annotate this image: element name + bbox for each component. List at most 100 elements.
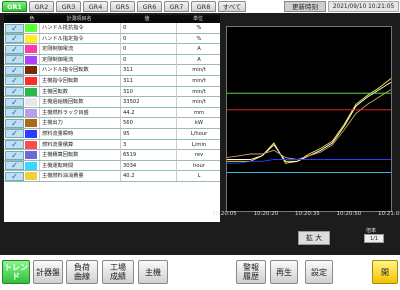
row-checkbox[interactable]: ✓ [5,129,24,139]
row-checkbox[interactable]: ✓ [5,161,24,171]
item-value: 6519 [120,150,175,161]
row-checkbox[interactable]: ✓ [5,171,24,181]
x-tick-label: 10:20:35 [295,211,320,217]
row-checkbox[interactable]: ✓ [5,97,24,107]
row-checkbox[interactable]: ✓ [5,65,24,75]
magnification-value[interactable]: 1/1 [364,234,384,243]
tab-gr1[interactable]: GR1 [2,1,27,12]
row-checkbox[interactable]: ✓ [5,140,24,150]
x-tick-label: 10:21:05 [378,211,400,217]
item-unit: L/hour [176,128,221,139]
nav-button-4[interactable]: 主機 [138,260,168,284]
x-tick-label: 10:20:50 [336,211,362,217]
nav-button-8[interactable]: 開 [372,260,398,284]
table-header: 色 計測項目名 値 単位 [4,15,220,23]
table-row: ✓ 主機過給機回転数 33502 min/t [4,97,220,108]
item-name: 主機積算回転数 [39,150,120,161]
header-value: 値 [144,16,150,22]
color-swatch [25,151,37,160]
row-checkbox[interactable]: ✓ [5,55,24,65]
table-row: ✓ 主機積算回転数 6519 rev [4,150,220,161]
item-unit: min/t [176,97,221,108]
item-value: 0 [120,54,175,65]
table-row: ✓ 定剛制御電流 0 A [4,54,221,66]
x-tick-label: 10:20:05 [212,211,237,217]
item-unit: A [176,54,221,65]
table-row: ✓ 主機出力 560 kW [4,118,220,129]
table-row: ✓ 主機運転時間 3034 hour [4,160,220,172]
row-checkbox[interactable]: ✓ [5,150,24,160]
tab-gr6[interactable]: GR6 [137,1,162,12]
series-line [227,81,391,162]
color-swatch [25,161,37,170]
measurement-table: 色 計測項目名 値 単位 ✓ ハンドル抵抗指令 0% ✓ ハンドル指定指令 0% ✓ 定剛制御… [4,15,220,222]
item-name: 主機過給機回転数 [39,97,120,108]
tab-bar: GR1 GR2 GR3 GR4 GR5 GR6 GR7 GR8 すべて 更新時刻 2021/09… [0,0,400,13]
tab-gr4[interactable]: GR4 [83,1,108,12]
item-name: 主機燃料油消費量 [39,171,120,182]
nav-button-1[interactable]: 計器盤 [33,260,63,284]
nav-button-0[interactable]: トレンド [2,260,30,284]
header-unit: 単位 [192,16,203,22]
main-panel: 色 計測項目名 値 単位 ✓ ハンドル抵抗指令 0% ✓ ハンドル指定指令 0% ✓ 定剛制御… [0,13,400,255]
color-swatch [25,66,37,75]
item-value: 310 [120,86,175,97]
tab-gr5[interactable]: GR5 [110,1,135,12]
item-name: ハンドル指定指令 [39,33,120,44]
table-row: ✓ 定剛制御電流 0 A [4,44,220,55]
item-value: 3034 [120,160,175,171]
color-swatch [25,98,37,107]
trend-chart-svg [227,78,391,173]
tab-すべて[interactable]: すべて [218,1,246,12]
nav-button-2[interactable]: 負荷 曲線 [66,260,98,284]
tab-gr3[interactable]: GR3 [56,1,81,12]
color-swatch [25,108,37,117]
color-swatch [25,45,37,54]
item-value: 0 [120,44,175,55]
item-unit: L/min [176,139,221,150]
table-row: ✓ 主機回転数 310 min/t [4,86,221,98]
color-swatch [25,172,37,181]
zoom-button[interactable]: 拡 大 [298,231,330,245]
color-swatch [25,140,37,149]
table-row: ✓ 主機指令回転数 311 min/t [4,75,220,87]
row-checkbox[interactable]: ✓ [5,44,24,54]
item-unit: min/t [176,86,221,97]
nav-button-5[interactable]: 警報 履歴 [236,260,266,284]
nav-button-6[interactable]: 再生 [270,260,298,284]
item-value: 40.2 [120,171,175,182]
item-name: ハンドル指令回転数 [39,65,120,76]
table-row: ✓ ハンドル指令回転数 311 min/t [4,65,220,76]
item-unit: kW [176,118,221,129]
nav-button-3[interactable]: 工場 成績 [102,260,134,284]
row-checkbox[interactable]: ✓ [5,108,24,118]
item-name: ハンドル抵抗指令 [39,23,120,33]
item-name: 主機回転数 [39,86,120,97]
row-checkbox[interactable]: ✓ [5,34,24,44]
item-value: 0 [120,33,175,44]
item-value: 44.2 [120,107,175,118]
header-name: 計測項目名 [66,16,92,22]
tab-gr8[interactable]: GR8 [191,1,216,12]
row-checkbox[interactable]: ✓ [5,76,24,86]
series-line [227,159,391,164]
item-unit: rev [176,150,221,161]
trend-plot [226,26,392,212]
row-checkbox[interactable]: ✓ [5,23,24,33]
tab-gr2[interactable]: GR2 [29,1,54,12]
item-name: 定剛制御電流 [39,54,120,65]
row-checkbox[interactable]: ✓ [5,87,24,97]
item-name: 主機指令回転数 [39,75,120,86]
tab-gr7[interactable]: GR7 [164,1,189,12]
table-row: ✓ 燃料流量積算 3 L/min [4,139,221,151]
color-swatch [25,24,37,32]
row-checkbox[interactable]: ✓ [5,118,24,128]
item-name: 主機燃料ラック目盛 [39,107,120,118]
update-time-value: 2021/09/10 10:21:05 [328,1,399,12]
table-row: ✓ 燃料流量瞬時 95 L/hour [4,128,221,140]
series-line [227,78,391,164]
nav-button-7[interactable]: 設定 [305,260,333,284]
item-name: 燃料流量瞬時 [39,128,120,139]
item-value: 3 [120,139,175,150]
table-row: ✓ ハンドル抵抗指令 0% [4,23,220,34]
